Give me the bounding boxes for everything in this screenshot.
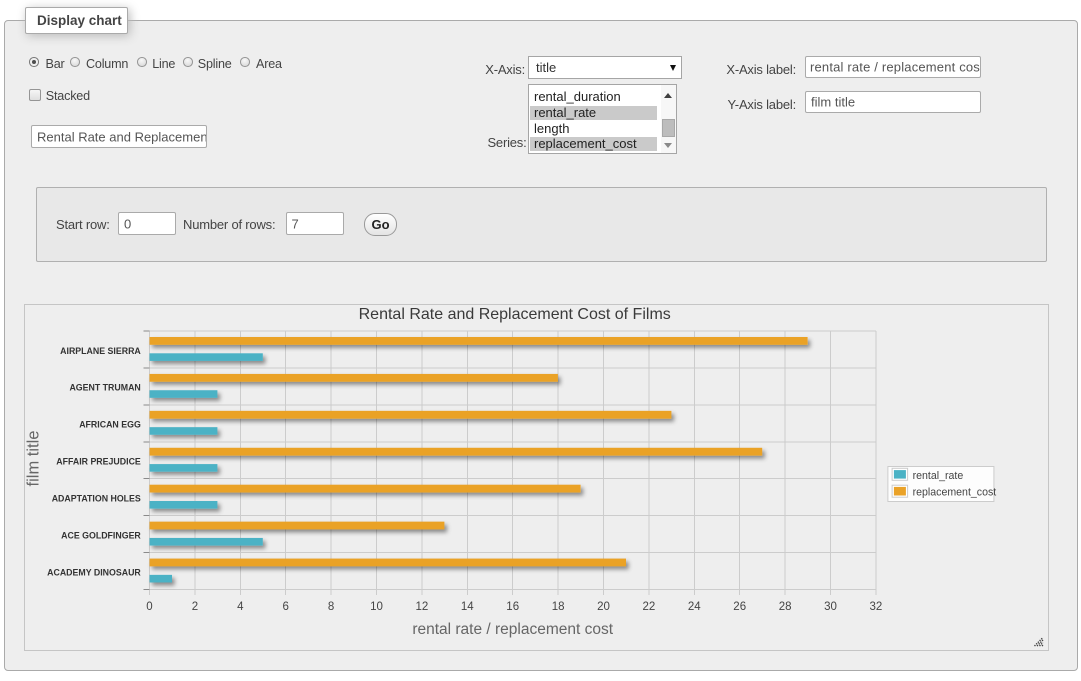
svg-text:2: 2 xyxy=(192,601,198,613)
svg-text:10: 10 xyxy=(370,601,383,613)
svg-text:ACE GOLDFINGER: ACE GOLDFINGER xyxy=(61,530,141,540)
svg-text:12: 12 xyxy=(416,601,429,613)
svg-text:28: 28 xyxy=(779,601,792,613)
svg-text:6: 6 xyxy=(282,601,288,613)
svg-text:8: 8 xyxy=(328,601,334,613)
svg-text:18: 18 xyxy=(552,601,565,613)
svg-text:24: 24 xyxy=(688,601,701,613)
svg-text:film title: film title xyxy=(25,431,43,487)
svg-text:0: 0 xyxy=(146,601,152,613)
svg-text:16: 16 xyxy=(506,601,519,613)
svg-text:rental rate / replacement cost: rental rate / replacement cost xyxy=(412,621,613,638)
svg-text:32: 32 xyxy=(870,601,883,613)
svg-text:rental_rate: rental_rate xyxy=(913,470,964,482)
svg-text:22: 22 xyxy=(643,601,656,613)
svg-text:20: 20 xyxy=(597,601,610,613)
svg-text:4: 4 xyxy=(237,601,244,613)
svg-text:26: 26 xyxy=(733,601,746,613)
svg-text:ACADEMY DINOSAUR: ACADEMY DINOSAUR xyxy=(47,567,141,577)
svg-text:AGENT TRUMAN: AGENT TRUMAN xyxy=(69,383,140,393)
svg-text:AFFAIR PREJUDICE: AFFAIR PREJUDICE xyxy=(56,457,141,467)
svg-text:ADAPTATION HOLES: ADAPTATION HOLES xyxy=(52,494,141,504)
svg-text:AFRICAN EGG: AFRICAN EGG xyxy=(79,420,141,430)
svg-text:30: 30 xyxy=(824,601,837,613)
svg-text:AIRPLANE SIERRA: AIRPLANE SIERRA xyxy=(60,346,141,356)
svg-text:replacement_cost: replacement_cost xyxy=(913,487,997,499)
svg-text:Rental Rate and Replacement Co: Rental Rate and Replacement Cost of Film… xyxy=(359,306,671,323)
svg-text:14: 14 xyxy=(461,601,474,613)
